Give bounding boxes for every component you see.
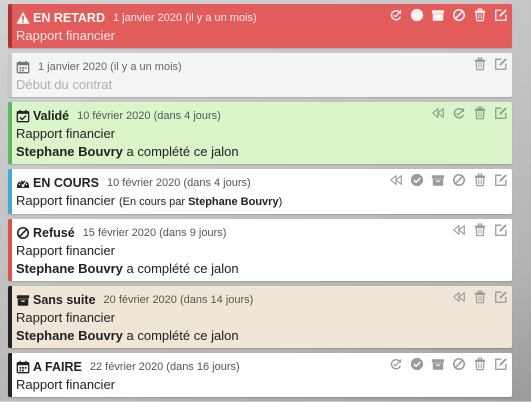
in-progress-detail: (En cours par Stephane Bouvry) [119, 196, 282, 208]
milestone-card: EN COURS 10 février 2020 (dans 4 jours) Ra… [8, 169, 512, 214]
check-circle-icon[interactable] [410, 173, 424, 187]
due-date: 10 février 2020 (dans 4 jours) [106, 176, 251, 189]
archive-icon[interactable] [431, 357, 445, 371]
milestone-title: Rapport financier [16, 125, 506, 143]
milestone-actions [473, 57, 508, 71]
milestone-actions [431, 106, 508, 120]
milestone-card: Sans suite 20 février 2020 (dans 14 jours… [8, 286, 512, 348]
rewind-icon[interactable] [452, 290, 466, 304]
due-date: 20 février 2020 (dans 14 jours) [103, 293, 254, 306]
status-label: Refusé [33, 225, 75, 240]
milestone-card: A FAIRE 22 février 2020 (dans 16 jours) Ra… [8, 353, 512, 397]
completion-text: a complété ce jalon [122, 144, 239, 159]
completion-user: Stephane Bouvry [16, 144, 123, 159]
retry-icon[interactable] [452, 106, 466, 120]
warning-icon [16, 11, 30, 25]
milestone-title: Début du contrat [16, 76, 506, 94]
edit-icon[interactable] [494, 357, 508, 371]
completion-note: Stephane Bouvry a complété ce jalon [16, 260, 506, 278]
milestone-list: EN RETARD 1 janvier 2020 (il y a un mois)… [8, 4, 512, 402]
milestone-actions [389, 357, 508, 371]
due-date: 1 janvier 2020 (il y a un mois) [113, 11, 257, 24]
gauge-icon [16, 176, 30, 190]
completion-text: a complété ce jalon [122, 261, 239, 276]
archive-icon[interactable] [431, 173, 445, 187]
milestone-actions [452, 290, 508, 304]
rewind-icon[interactable] [389, 173, 403, 187]
calendar-check-icon [16, 109, 30, 123]
retry-icon[interactable] [389, 8, 403, 22]
milestone-actions [389, 173, 508, 187]
milestone-actions [389, 8, 508, 22]
milestone-card: 1 janvier 2020 (il y a un mois) Début du … [8, 53, 512, 97]
status-label: EN RETARD [33, 10, 105, 25]
archive-icon[interactable] [431, 8, 445, 22]
ban-icon[interactable] [452, 357, 466, 371]
completion-note: Stephane Bouvry a complété ce jalon [16, 327, 506, 345]
milestone-title-text[interactable]: Rapport financier [16, 193, 115, 208]
rewind-icon[interactable] [452, 223, 466, 237]
trash-icon[interactable] [473, 57, 487, 71]
trash-icon[interactable] [473, 290, 487, 304]
archive-icon [16, 293, 30, 307]
rewind-icon[interactable] [431, 106, 445, 120]
detail-user: Stephane Bouvry [188, 196, 279, 208]
completion-user: Stephane Bouvry [16, 328, 123, 343]
detail-suffix: ) [278, 196, 283, 208]
milestone-title-text[interactable]: Rapport financier [16, 28, 115, 43]
milestone-actions [452, 223, 508, 237]
check-circle-icon[interactable] [410, 8, 424, 22]
detail-prefix: (En cours par [119, 196, 189, 208]
status-label: Sans suite [33, 292, 96, 307]
milestone-title-text[interactable]: Rapport financier [16, 310, 115, 325]
edit-icon[interactable] [494, 290, 508, 304]
milestone-title: Rapport financier [16, 376, 506, 394]
due-date: 15 février 2020 (dans 9 jours) [82, 226, 227, 239]
check-circle-icon[interactable] [410, 357, 424, 371]
status-label: A FAIRE [33, 359, 82, 374]
edit-icon[interactable] [494, 57, 508, 71]
status-label: EN COURS [33, 175, 99, 190]
calendar-icon [16, 60, 30, 74]
completion-note: Stephane Bouvry a complété ce jalon [16, 143, 506, 161]
milestone-card: Validé 10 février 2020 (dans 4 jours) Rapp… [8, 102, 512, 164]
milestone-card: EN RETARD 1 janvier 2020 (il y a un mois)… [8, 4, 512, 48]
completion-text: a complété ce jalon [122, 328, 239, 343]
milestone-title-text[interactable]: Rapport financier [16, 243, 115, 258]
calendar-icon [16, 360, 30, 374]
milestone-title: Rapport financier (En cours par Stephane … [16, 192, 506, 211]
trash-icon[interactable] [473, 173, 487, 187]
status-label: Validé [33, 108, 70, 123]
edit-icon[interactable] [494, 106, 508, 120]
milestone-title-text[interactable]: Rapport financier [16, 126, 115, 141]
ban-icon[interactable] [452, 8, 466, 22]
milestone-header: Sans suite 20 février 2020 (dans 14 jours… [16, 290, 506, 309]
milestone-header: 1 janvier 2020 (il y a un mois) [16, 57, 506, 76]
trash-icon[interactable] [473, 223, 487, 237]
ban-icon[interactable] [452, 173, 466, 187]
due-date: 22 février 2020 (dans 16 jours) [89, 360, 240, 373]
milestone-title: Rapport financier [16, 27, 506, 45]
edit-icon[interactable] [494, 223, 508, 237]
retry-icon[interactable] [389, 357, 403, 371]
ban-icon [16, 226, 30, 240]
trash-icon[interactable] [473, 357, 487, 371]
milestone-card: Refusé 15 février 2020 (dans 9 jours) Rapp… [8, 219, 512, 281]
trash-icon[interactable] [473, 106, 487, 120]
milestone-title-text[interactable]: Début du contrat [16, 77, 112, 92]
trash-icon[interactable] [473, 8, 487, 22]
due-date: 1 janvier 2020 (il y a un mois) [38, 60, 182, 73]
milestone-title: Rapport financier [16, 242, 506, 260]
due-date: 10 février 2020 (dans 4 jours) [77, 109, 221, 122]
milestone-header: Refusé 15 février 2020 (dans 9 jours) [16, 223, 506, 242]
completion-user: Stephane Bouvry [16, 261, 123, 276]
edit-icon[interactable] [494, 8, 508, 22]
milestone-title: Rapport financier [16, 309, 506, 327]
edit-icon[interactable] [494, 173, 508, 187]
milestone-title-text[interactable]: Rapport financier [16, 377, 115, 392]
